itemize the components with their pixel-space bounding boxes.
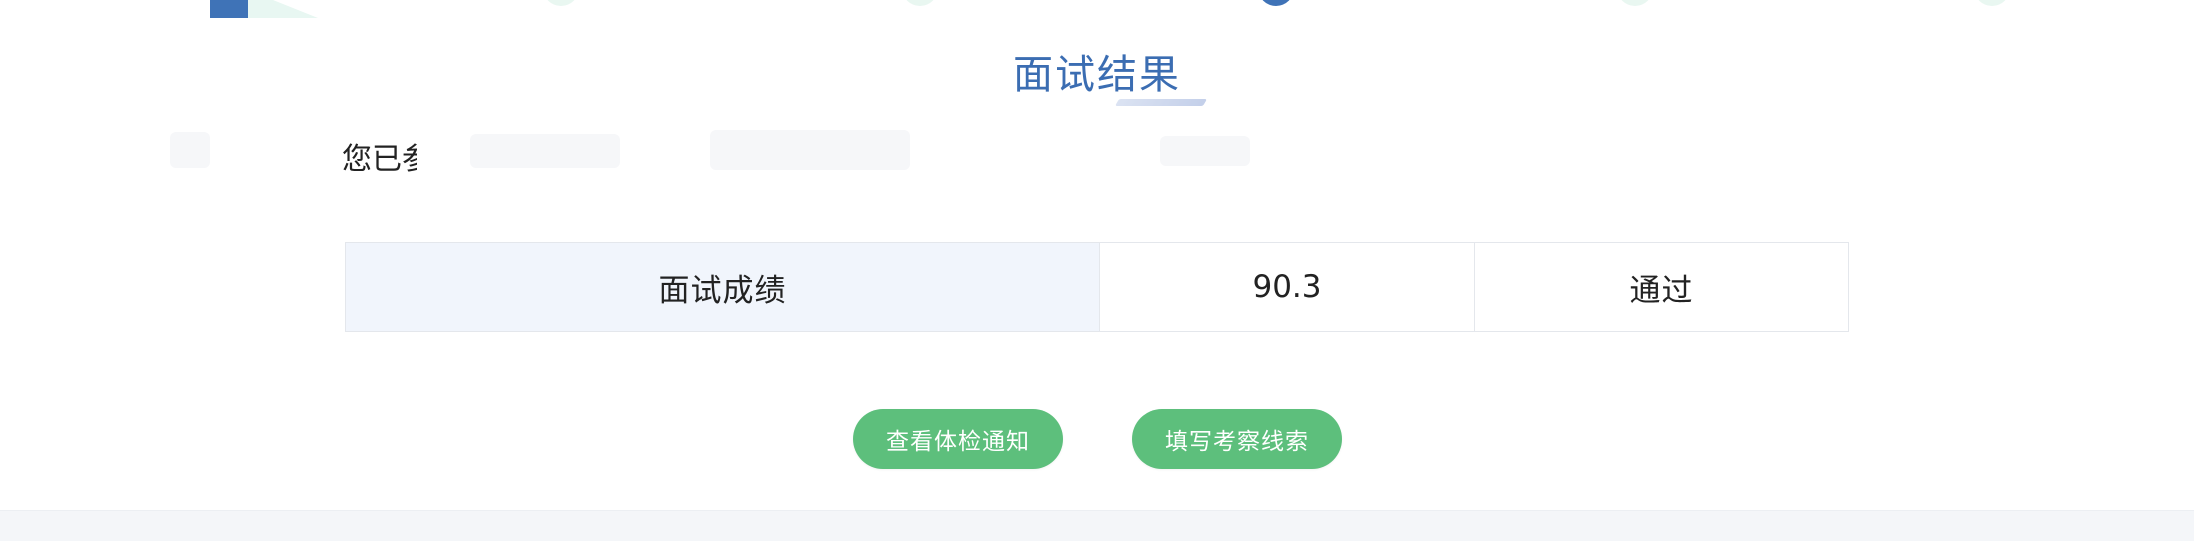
step-dot-active-icon	[1258, 0, 1294, 6]
view-medical-notice-button[interactable]: 查看体检通知	[853, 409, 1063, 469]
obscured-patch	[170, 132, 210, 168]
step-dot-icon	[1617, 0, 1653, 6]
page-title-text: 面试结果	[1013, 52, 1181, 98]
footer-band	[0, 510, 2194, 541]
step-dot-icon	[543, 0, 579, 6]
obscured-patch	[470, 134, 620, 168]
obscured-patch	[1160, 136, 1250, 166]
table-cell-score: 90.3	[1100, 243, 1475, 331]
step-dot-icon	[902, 0, 938, 6]
title-underline-decoration	[1114, 99, 1208, 106]
logo-mark-icon	[210, 0, 248, 18]
notice-row: 您已参	[170, 130, 1250, 177]
obscured-patch	[710, 130, 910, 170]
step-dot-icon	[1974, 0, 2010, 6]
title-section: 面试结果	[0, 42, 2194, 106]
logo-wedge-icon	[248, 0, 318, 18]
page-title: 面试结果	[1013, 42, 1208, 106]
notice-text: 您已参	[342, 142, 417, 177]
step-progress	[0, 0, 2194, 22]
fill-inspection-clues-button[interactable]: 填写考察线索	[1132, 409, 1342, 469]
results-table: 面试成绩 90.3 通过	[345, 242, 1849, 332]
table-cell-label: 面试成绩	[346, 243, 1100, 331]
table-cell-status: 通过	[1629, 272, 1694, 309]
